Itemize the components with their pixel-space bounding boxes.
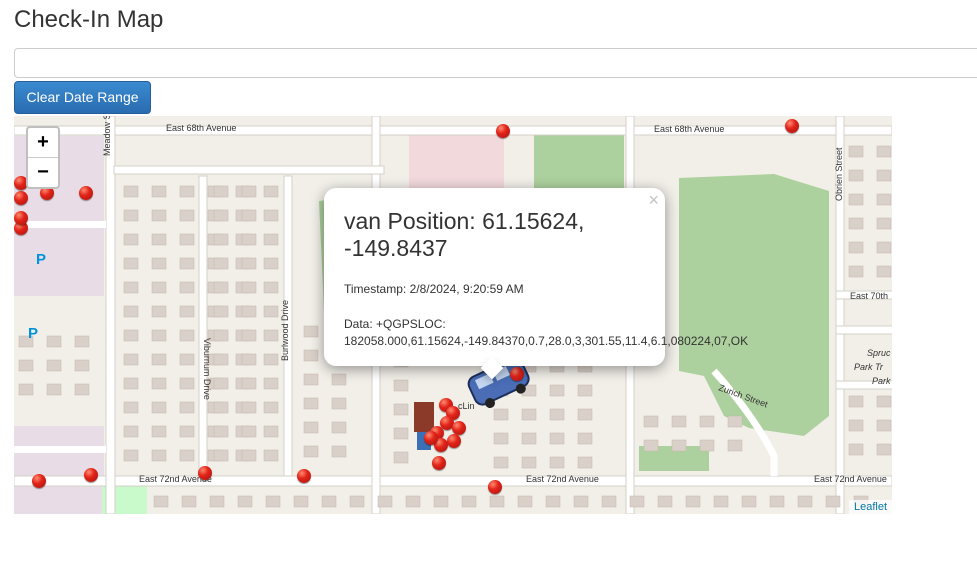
checkin-marker[interactable] xyxy=(432,456,446,470)
leaflet-attribution-link[interactable]: Leaflet xyxy=(848,500,892,514)
popup-title: van Position: 61.15624, -149.8437 xyxy=(344,208,585,261)
popup-close-button[interactable]: × xyxy=(648,190,659,211)
park-label-1: Spruc xyxy=(867,348,891,358)
street-label-east-72nd-mid: East 72nd Avenue xyxy=(526,474,599,484)
street-label-east-68th-left: East 68th Avenue xyxy=(166,123,236,133)
checkin-marker[interactable] xyxy=(452,421,466,435)
checkin-marker[interactable] xyxy=(785,119,799,133)
checkin-marker[interactable] xyxy=(84,468,98,482)
checkin-marker[interactable] xyxy=(447,434,461,448)
checkin-marker[interactable] xyxy=(79,186,93,200)
street-label-viburnum: Viburnum Drive xyxy=(202,338,212,400)
zoom-control: + − xyxy=(26,126,60,189)
clear-date-range-button[interactable]: Clear Date Range xyxy=(14,81,151,114)
street-label-burlwood: Burlwood Drive xyxy=(280,300,290,361)
street-label-mclin: cLin xyxy=(458,401,475,411)
zoom-in-button[interactable]: + xyxy=(28,128,58,158)
street-label-meadow: Meadow S xyxy=(102,116,112,156)
checkin-marker[interactable] xyxy=(32,474,46,488)
zoom-out-button[interactable]: − xyxy=(28,158,58,187)
page-title: Check-In Map xyxy=(14,6,164,33)
street-label-east-72nd-right: East 72nd Avenue xyxy=(814,474,887,484)
checkin-marker[interactable] xyxy=(424,431,438,445)
position-popup: × van Position: 61.15624, -149.8437 Time… xyxy=(324,188,749,380)
street-label-east-70th: East 70th xyxy=(850,291,888,301)
checkin-marker[interactable] xyxy=(297,469,311,483)
checkin-marker[interactable] xyxy=(14,191,28,205)
park-label-2: Park Tr xyxy=(854,362,884,372)
popup-data: Data: +QGPSLOC: 182058.000,61.15624,-149… xyxy=(344,317,749,348)
checkin-marker[interactable] xyxy=(198,466,212,480)
parking-icon: P xyxy=(28,325,38,342)
check-in-map[interactable]: East 68th Avenue East 68th Avenue East 7… xyxy=(14,116,892,514)
street-label-obrien: Obrien Street xyxy=(834,147,844,201)
popup-timestamp: Timestamp: 2/8/2024, 9:20:59 AM xyxy=(344,282,524,296)
checkin-marker[interactable] xyxy=(14,211,28,225)
parking-icon: P xyxy=(36,251,46,268)
park-label-3: Park xyxy=(872,376,891,386)
street-label-east-68th-right: East 68th Avenue xyxy=(654,124,724,134)
checkin-marker[interactable] xyxy=(496,124,510,138)
checkin-marker[interactable] xyxy=(510,367,524,381)
date-range-input[interactable] xyxy=(14,48,977,78)
checkin-marker[interactable] xyxy=(488,480,502,494)
